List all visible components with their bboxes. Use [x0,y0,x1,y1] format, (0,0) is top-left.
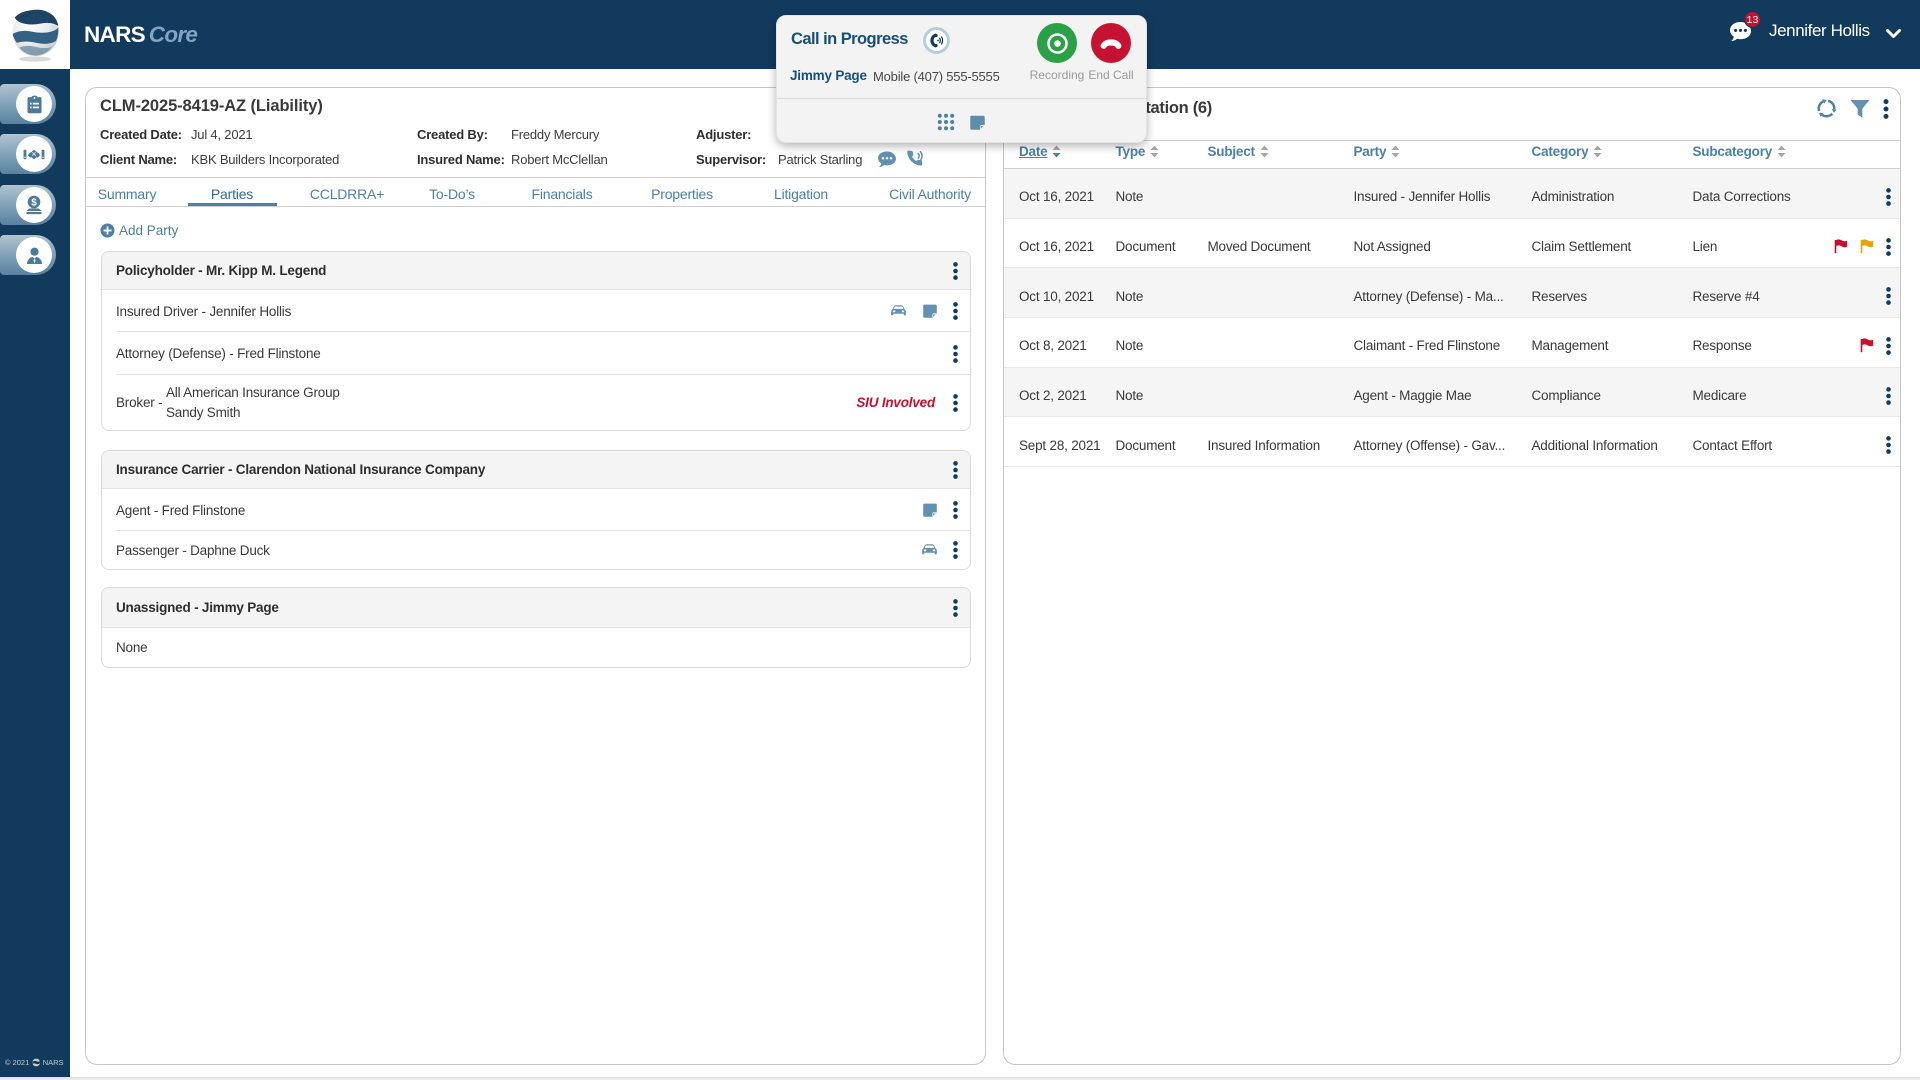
svg-text:$: $ [31,198,37,209]
